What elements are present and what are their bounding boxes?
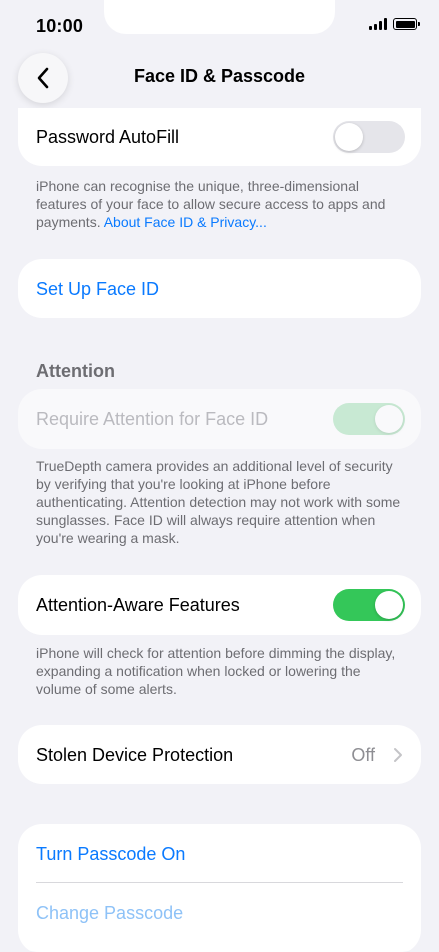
require-attention-row[interactable]: Require Attention for Face ID <box>18 389 421 449</box>
attention-aware-toggle[interactable] <box>333 589 405 621</box>
set-up-face-id-button[interactable]: Set Up Face ID <box>18 259 421 318</box>
require-attention-toggle[interactable] <box>333 403 405 435</box>
page-title: Face ID & Passcode <box>133 66 306 86</box>
password-autofill-label: Password AutoFill <box>36 127 180 147</box>
stolen-device-protection-row[interactable]: Stolen Device Protection Off <box>18 725 421 784</box>
set-up-face-id-label: Set Up Face ID <box>36 279 160 299</box>
toggle-knob <box>375 405 403 433</box>
chevron-right-icon <box>394 748 402 762</box>
require-attention-label: Require Attention for Face ID <box>36 409 269 429</box>
attention-section-header: Attention <box>36 361 115 381</box>
about-face-id-link[interactable]: About Face ID & Privacy... <box>104 214 267 230</box>
attention-aware-row[interactable]: Attention-Aware Features <box>18 575 421 635</box>
password-autofill-row[interactable]: Password AutoFill <box>18 108 421 166</box>
battery-icon <box>393 18 420 30</box>
toggle-knob <box>375 591 403 619</box>
require-attention-footer: TrueDepth camera provides an additional … <box>36 458 401 546</box>
attention-aware-label: Attention-Aware Features <box>36 595 240 615</box>
stolen-device-label: Stolen Device Protection <box>36 745 234 765</box>
attention-aware-footer: iPhone will check for attention before d… <box>36 645 396 697</box>
turn-passcode-on-label: Turn Passcode On <box>36 844 186 864</box>
status-time: 10:00 <box>36 16 84 36</box>
face-id-footer: iPhone can recognise the unique, three-d… <box>36 177 406 231</box>
signal-icon <box>369 18 387 30</box>
phone-screen: 10:00 Face ID & Passcode Password AutoFi… <box>0 0 439 952</box>
change-passcode-label: Change Passcode <box>36 903 184 923</box>
notch <box>104 0 335 34</box>
toggle-knob <box>335 123 363 151</box>
change-passcode-button[interactable]: Change Passcode <box>18 883 421 942</box>
password-autofill-toggle[interactable] <box>333 121 405 153</box>
status-icons <box>369 18 420 30</box>
passcode-card: Turn Passcode On Change Passcode <box>18 824 421 952</box>
stolen-device-value: Off <box>351 745 375 765</box>
turn-passcode-on-button[interactable]: Turn Passcode On <box>18 824 421 883</box>
